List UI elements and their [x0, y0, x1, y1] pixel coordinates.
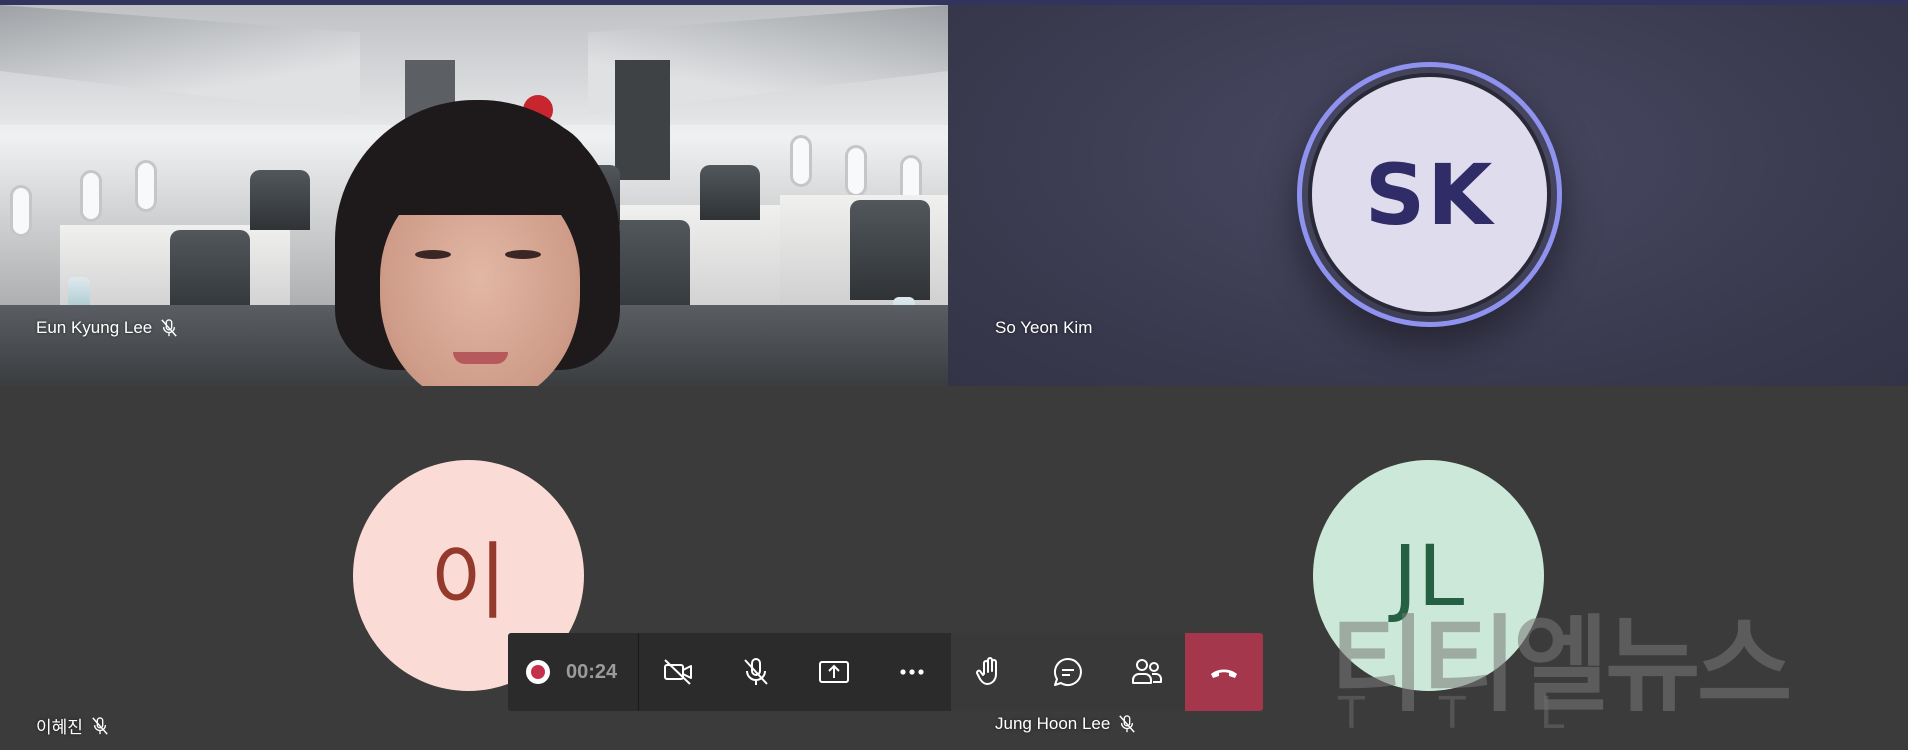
avatar: SK — [1308, 73, 1551, 316]
camera-toggle-button[interactable] — [639, 633, 717, 711]
more-icon — [900, 669, 924, 675]
participant-name: Jung Hoon Lee — [995, 714, 1111, 733]
hangup-button[interactable] — [1185, 633, 1263, 711]
participant-name-tag: So Yeon Kim — [995, 318, 1092, 338]
more-actions-button[interactable] — [873, 633, 951, 711]
participants-button[interactable] — [1107, 633, 1185, 711]
hand-icon — [976, 657, 997, 685]
raise-hand-button[interactable] — [951, 633, 1029, 711]
people-icon — [1132, 659, 1162, 684]
participant-video-person — [335, 100, 620, 386]
mic-off-icon — [161, 319, 178, 337]
participant-name-tag: Eun Kyung Lee — [36, 318, 178, 338]
camera-off-icon — [664, 659, 692, 685]
share-screen-button[interactable] — [795, 633, 873, 711]
participant-name: 이혜진 — [36, 718, 83, 737]
video-tile-eun-kyung-lee[interactable]: Eun Kyung Lee — [0, 5, 948, 386]
recording-status: 00:24 — [508, 633, 638, 711]
mic-off-icon — [744, 658, 768, 685]
share-screen-icon — [819, 661, 849, 683]
toolbar-main-controls — [638, 633, 951, 711]
recording-icon — [526, 660, 550, 684]
mic-off-icon — [92, 716, 108, 735]
call-timer: 00:24 — [566, 660, 618, 683]
chat-icon — [1053, 657, 1082, 686]
call-toolbar: 00:24 — [508, 633, 1263, 711]
participant-name: Eun Kyung Lee — [36, 318, 153, 337]
hangup-icon — [1211, 669, 1237, 678]
participant-name-tag: Jung Hoon Lee — [995, 714, 1136, 734]
mic-off-icon — [1119, 715, 1136, 733]
watermark-subtext: T T L — [1338, 688, 1595, 739]
meeting-stage: Eun Kyung Lee So Yeon Kim SK 이혜진 이 Jung … — [0, 0, 1908, 750]
speaking-indicator-ring: SK — [1297, 62, 1562, 327]
chat-button[interactable] — [1029, 633, 1107, 711]
participant-name: So Yeon Kim — [995, 318, 1093, 337]
participant-name-tag: 이혜진 — [36, 713, 109, 738]
mic-toggle-button[interactable] — [717, 633, 795, 711]
toolbar-right-controls — [951, 633, 1263, 711]
